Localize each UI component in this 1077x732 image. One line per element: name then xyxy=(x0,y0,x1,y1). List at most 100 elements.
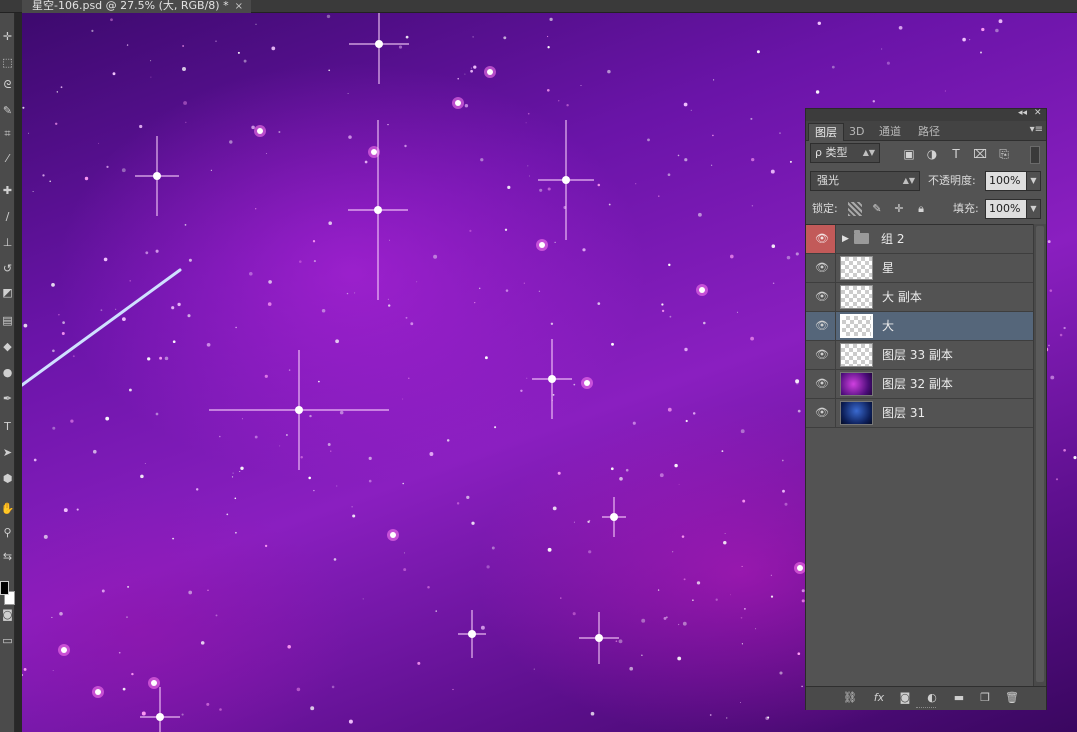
layer-thumbnail[interactable] xyxy=(840,372,873,396)
star-dot xyxy=(678,483,680,485)
tab-channels[interactable]: 通道 xyxy=(873,123,907,141)
smart-object-filter-icon[interactable]: ⎘ xyxy=(996,146,1012,162)
shape-tool-icon[interactable]: ⬢ xyxy=(0,471,15,487)
move-tool-icon[interactable]: ✛ xyxy=(0,29,15,45)
visibility-toggle[interactable]: 👁︎ xyxy=(806,399,836,427)
document-tab[interactable]: 星空-106.psd @ 27.5% (大, RGB/8) * × xyxy=(22,0,251,13)
eye-icon[interactable]: 👁︎ xyxy=(815,291,829,303)
visibility-toggle[interactable]: 👁︎ xyxy=(806,283,836,311)
link-layers-icon[interactable]: ⛓ xyxy=(842,691,858,705)
layer-thumbnail[interactable] xyxy=(840,401,873,425)
healing-tool-icon[interactable]: ✚ xyxy=(0,183,15,199)
quick-select-tool-icon[interactable]: ✎ xyxy=(0,103,15,119)
panel-menu-icon[interactable]: ▾≡ xyxy=(1030,124,1043,135)
dodge-tool-icon[interactable]: ● xyxy=(0,365,15,381)
add-mask-icon[interactable]: ◙ xyxy=(897,691,913,705)
layer-thumbnail[interactable] xyxy=(840,343,873,367)
blend-mode-select[interactable]: 强光 ▲▼ xyxy=(810,171,920,191)
visibility-toggle[interactable]: 👁︎ xyxy=(806,312,836,340)
opacity-dropdown-icon[interactable]: ▼ xyxy=(1026,171,1041,191)
layer-name[interactable]: 大 副本 xyxy=(882,283,922,311)
opacity-input[interactable]: 100% xyxy=(985,171,1030,191)
type-tool-icon[interactable]: T xyxy=(0,419,15,435)
new-layer-icon[interactable]: ❐ xyxy=(977,691,993,705)
marquee-tool-icon[interactable]: ⬚ xyxy=(0,55,15,71)
stamp-tool-icon[interactable]: ⊥ xyxy=(0,235,15,251)
layer-row[interactable]: 👁︎ 图层 31 xyxy=(806,399,1033,428)
star-dot xyxy=(404,144,407,148)
panel-title-bar[interactable]: ◂◂ ✕ xyxy=(806,108,1046,121)
lock-position-icon[interactable]: ✛ xyxy=(892,202,906,216)
zoom-tool-icon[interactable]: ⚲ xyxy=(0,525,15,541)
fill-input[interactable]: 100% xyxy=(985,199,1030,219)
layer-name[interactable]: 图层 33 副本 xyxy=(882,341,953,369)
layer-thumbnail[interactable] xyxy=(840,314,873,338)
layer-name[interactable]: 图层 32 副本 xyxy=(882,370,953,398)
adjustment-filter-icon[interactable]: ◑ xyxy=(924,146,940,162)
filter-toggle-switch[interactable] xyxy=(1030,146,1040,164)
brush-tool-icon[interactable]: ∕ xyxy=(0,209,15,225)
layer-list-scrollbar[interactable] xyxy=(1033,224,1046,686)
image-filter-icon[interactable]: ▣ xyxy=(901,146,917,162)
resize-grip[interactable] xyxy=(916,707,936,710)
star-dot xyxy=(755,628,757,630)
gradient-tool-icon[interactable]: ▤ xyxy=(0,313,15,329)
layer-thumbnail[interactable] xyxy=(840,256,873,280)
eye-icon[interactable]: 👁︎ xyxy=(815,233,829,245)
tab-paths[interactable]: 路径 xyxy=(912,123,946,141)
close-tab-icon[interactable]: × xyxy=(235,1,243,12)
layer-name[interactable]: 星 xyxy=(882,254,894,282)
fill-dropdown-icon[interactable]: ▼ xyxy=(1026,199,1041,219)
history-brush-icon[interactable]: ↺ xyxy=(0,261,15,277)
collapse-panel-icon[interactable]: ◂◂ xyxy=(1018,108,1027,118)
layer-name[interactable]: 图层 31 xyxy=(882,399,925,427)
swap-colors-icon[interactable]: ⇆ xyxy=(0,549,15,565)
eye-icon[interactable]: 👁︎ xyxy=(815,262,829,274)
type-filter-icon[interactable]: T xyxy=(948,146,964,162)
star-dot xyxy=(677,154,680,157)
eye-icon[interactable]: 👁︎ xyxy=(815,407,829,419)
layer-name[interactable]: 组 2 xyxy=(881,225,904,253)
visibility-toggle[interactable]: 👁︎ xyxy=(806,370,836,398)
shape-filter-icon[interactable]: ⌧ xyxy=(972,146,988,162)
layer-row[interactable]: 👁︎ 大 副本 xyxy=(806,283,1033,312)
crop-tool-icon[interactable]: ⌗ xyxy=(0,126,15,142)
quick-mask-icon[interactable]: ◙ xyxy=(0,607,15,623)
layer-name[interactable]: 大 xyxy=(882,312,894,340)
layer-group-row[interactable]: 👁︎ ▶ 组 2 xyxy=(806,225,1033,254)
visibility-toggle[interactable]: 👁︎ xyxy=(806,341,836,369)
fx-icon[interactable]: fx xyxy=(871,691,887,705)
layer-row[interactable]: 👁︎ 图层 32 副本 xyxy=(806,370,1033,399)
lock-pixels-icon[interactable]: ✎ xyxy=(870,202,884,216)
lock-transparent-icon[interactable] xyxy=(848,202,862,216)
hand-tool-icon[interactable]: ✋ xyxy=(0,501,15,517)
blur-tool-icon[interactable]: ◆ xyxy=(0,339,15,355)
eye-icon[interactable]: 👁︎ xyxy=(815,349,829,361)
layer-row[interactable]: 👁︎ 星 xyxy=(806,254,1033,283)
foreground-color-swatch[interactable] xyxy=(0,581,9,595)
expand-group-icon[interactable]: ▶ xyxy=(842,233,849,245)
scrollbar-thumb[interactable] xyxy=(1036,226,1044,682)
pen-tool-icon[interactable]: ✒ xyxy=(0,391,15,407)
layer-row[interactable]: 👁︎ 大 xyxy=(806,312,1033,341)
eye-icon[interactable]: 👁︎ xyxy=(815,320,829,332)
path-select-tool-icon[interactable]: ➤ xyxy=(0,445,15,461)
eye-icon[interactable]: 👁︎ xyxy=(815,378,829,390)
new-group-icon[interactable]: ▬ xyxy=(951,691,967,705)
filter-kind-select[interactable]: ρ 类型 ▲▼ xyxy=(810,143,880,163)
visibility-toggle[interactable]: 👁︎ xyxy=(806,254,836,282)
layer-thumbnail[interactable] xyxy=(840,285,873,309)
eraser-tool-icon[interactable]: ◩ xyxy=(0,285,15,301)
lock-all-icon[interactable]: 🔒︎ xyxy=(914,202,928,216)
tab-layers[interactable]: 图层 xyxy=(808,123,844,141)
layer-row[interactable]: 👁︎ 图层 33 副本 xyxy=(806,341,1033,370)
eyedropper-tool-icon[interactable]: ⁄ xyxy=(0,151,15,167)
adjustment-layer-icon[interactable]: ◐ xyxy=(924,691,940,705)
star-dot xyxy=(23,667,27,671)
screen-mode-icon[interactable]: ▭ xyxy=(0,633,15,649)
visibility-toggle[interactable]: 👁︎ xyxy=(806,225,836,253)
lasso-tool-icon[interactable]: ᘓ xyxy=(0,77,15,93)
tab-3d[interactable]: 3D xyxy=(843,123,870,141)
close-panel-icon[interactable]: ✕ xyxy=(1034,108,1042,118)
delete-layer-icon[interactable]: 🗑 xyxy=(1004,691,1020,705)
